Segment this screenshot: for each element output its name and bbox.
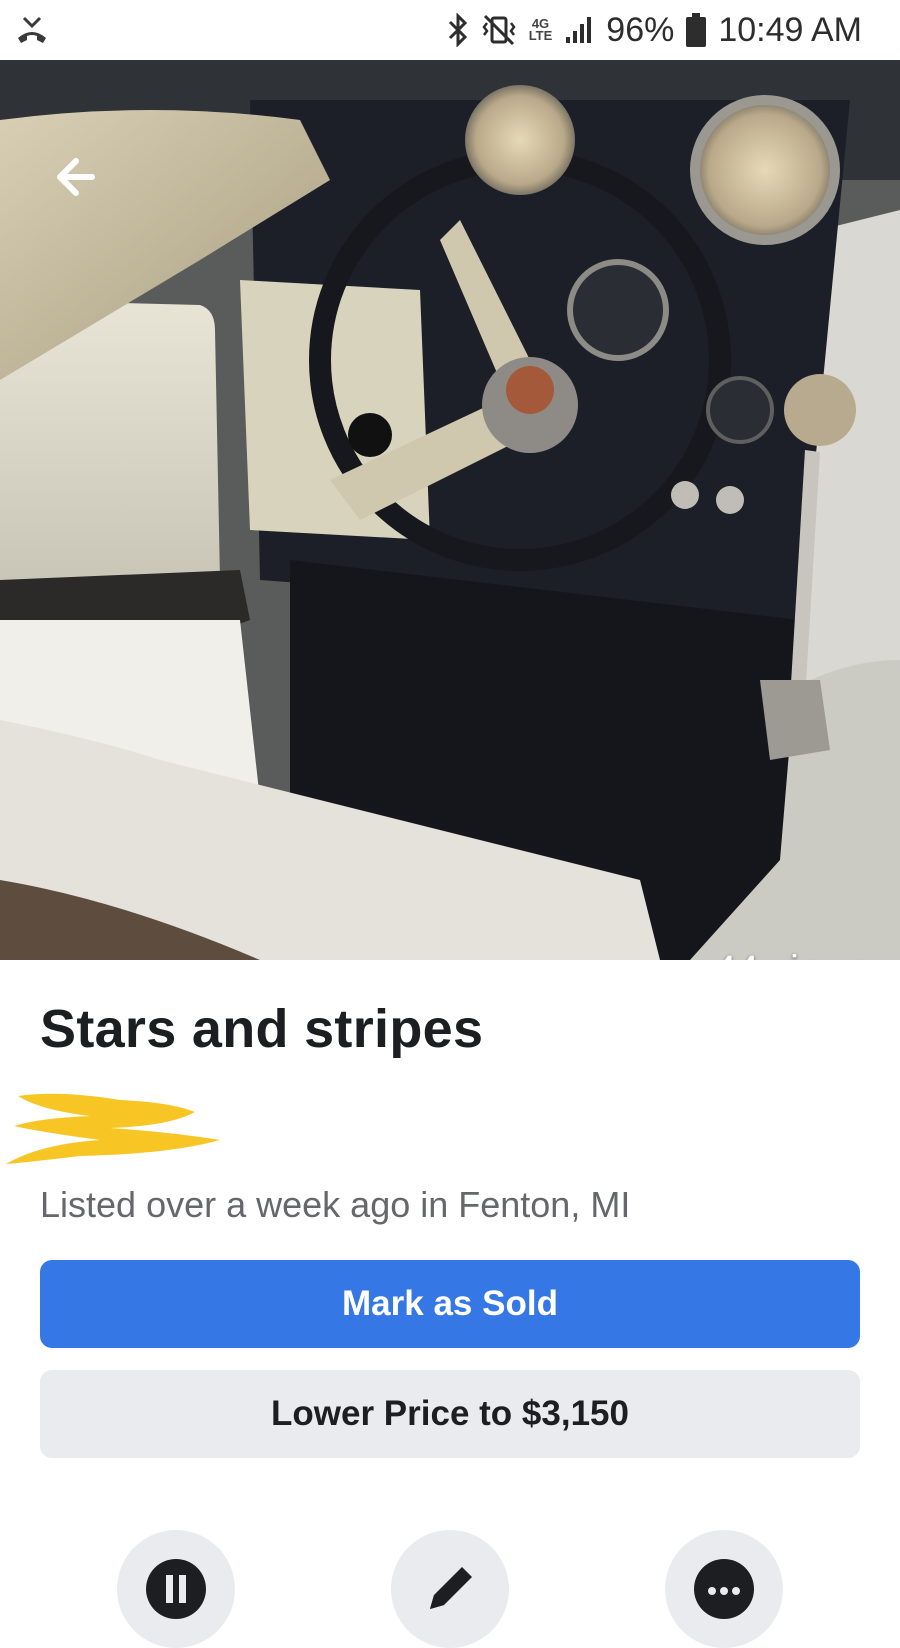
lower-price-button[interactable]: Lower Price to $3,150 [40, 1370, 860, 1458]
4g-lte-icon: 4G LTE [528, 16, 553, 43]
pager-dot[interactable] [504, 959, 519, 960]
redaction-scribble [6, 1093, 220, 1164]
pager-dot[interactable] [479, 959, 494, 960]
mark-as-sold-button[interactable]: Mark as Sold [40, 1260, 860, 1348]
listing-meta: Listed over a week ago in Fenton, MI [40, 1184, 631, 1225]
edit-listing-button[interactable] [391, 1530, 509, 1648]
signal-icon [564, 15, 594, 45]
boat-cockpit-photo [0, 60, 900, 960]
views-count: 44 views [714, 948, 870, 960]
photo-pager[interactable] [329, 959, 569, 960]
pager-dot[interactable] [454, 959, 469, 960]
status-bar: 4G LTE 96% 10:49 AM [0, 0, 900, 60]
battery-percent: 96% [606, 10, 675, 49]
pager-dot[interactable] [354, 959, 369, 960]
pager-dot[interactable] [554, 959, 569, 960]
battery-icon [686, 13, 707, 47]
arrow-left-icon [57, 158, 95, 196]
pager-dot[interactable] [404, 959, 419, 960]
pager-dot[interactable] [379, 959, 394, 960]
bluetooth-icon [447, 13, 469, 47]
pager-dot[interactable] [429, 959, 444, 960]
pencil-icon [430, 1567, 472, 1609]
pager-dot[interactable] [529, 959, 544, 960]
listing-photo[interactable]: 44 views [0, 60, 900, 960]
more-options-button[interactable] [665, 1530, 783, 1648]
pause-listing-button[interactable] [117, 1530, 235, 1648]
pause-icon [146, 1559, 206, 1619]
back-button[interactable] [52, 153, 108, 201]
vibrate-icon [481, 13, 517, 47]
listing-title: Stars and stripes [40, 999, 484, 1059]
missed-call-icon [14, 14, 50, 46]
pager-dot[interactable] [329, 959, 344, 960]
more-icon [694, 1559, 754, 1619]
clock: 10:49 AM [718, 10, 862, 49]
